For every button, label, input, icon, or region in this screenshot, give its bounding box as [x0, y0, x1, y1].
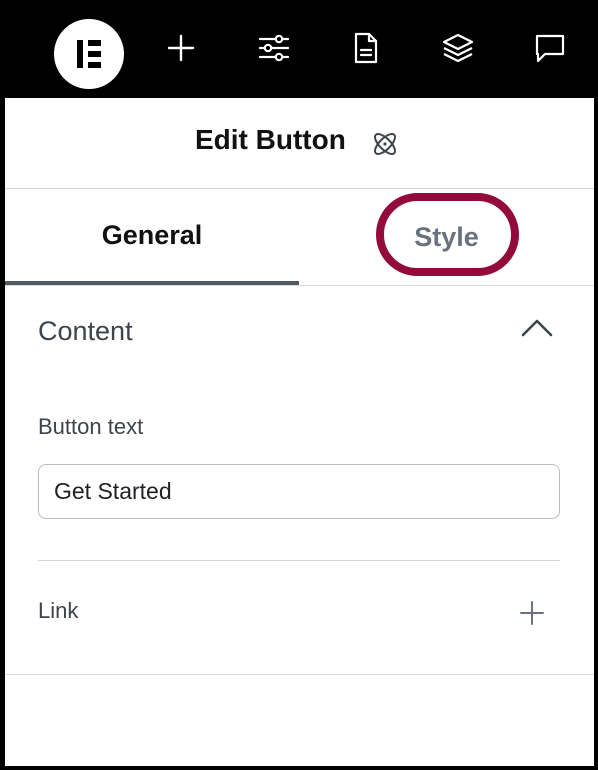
- logo-bar-left: [77, 40, 83, 68]
- section-title: Content: [38, 316, 133, 346]
- content-section-header[interactable]: Content: [5, 286, 594, 376]
- edit-panel: Edit Button General Style Content Button…: [5, 98, 594, 766]
- divider: [38, 560, 560, 561]
- panel-header: Edit Button: [5, 98, 594, 189]
- comment-icon[interactable]: [532, 30, 568, 66]
- tab-general[interactable]: General: [5, 189, 299, 285]
- logo-bar-top: [88, 40, 101, 46]
- panel-title: Edit Button: [195, 124, 346, 155]
- chevron-up-icon[interactable]: [519, 316, 555, 340]
- settings-sliders-icon[interactable]: [256, 30, 292, 66]
- layers-icon[interactable]: [440, 30, 476, 66]
- logo-bar-middle: [88, 51, 101, 57]
- page-document-icon[interactable]: [348, 30, 384, 66]
- elementor-logo-icon[interactable]: [54, 19, 124, 89]
- style-tab-highlight: [376, 193, 519, 276]
- link-label: Link: [38, 598, 79, 623]
- editor-frame: Edit Button General Style Content Button…: [0, 0, 598, 770]
- atom-icon: [369, 128, 401, 160]
- logo-bar-bottom: [88, 62, 101, 68]
- divider-bottom: [5, 674, 594, 675]
- plus-icon[interactable]: [519, 600, 545, 626]
- top-bar: [0, 0, 598, 98]
- add-icon[interactable]: [163, 30, 199, 66]
- button-text-input[interactable]: [38, 464, 560, 519]
- button-text-label: Button text: [38, 414, 144, 439]
